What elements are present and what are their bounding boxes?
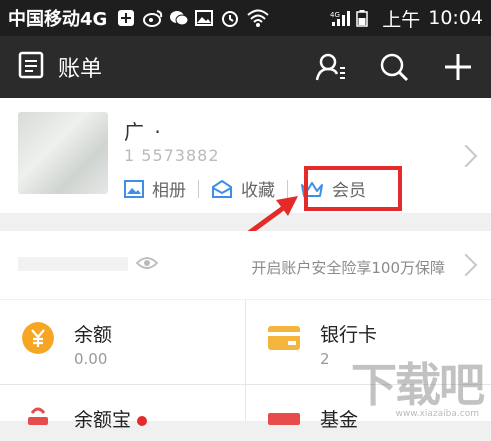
- signal-4g-icon: 4G: [330, 9, 351, 27]
- avatar[interactable]: [18, 112, 108, 194]
- weibo-icon: [143, 9, 163, 27]
- yuebao-cell[interactable]: 余额宝: [0, 385, 245, 431]
- clock: 10:04: [428, 7, 483, 29]
- watermark-logo: 下载吧: [351, 358, 485, 412]
- contacts-icon: [315, 53, 345, 81]
- divider: [245, 300, 246, 421]
- album-link[interactable]: 相册: [124, 176, 186, 201]
- search-button[interactable]: [379, 52, 409, 82]
- bill-icon[interactable]: [18, 51, 44, 83]
- chevron-right-icon: [454, 144, 478, 168]
- annotation-highlight-box: [304, 166, 402, 211]
- add-button[interactable]: [443, 52, 473, 82]
- balance-value: 0.00: [74, 350, 108, 368]
- battery-icon: [356, 9, 374, 27]
- app-bar: 账单: [0, 36, 491, 98]
- watermark-url: www.xiazaiba.com: [395, 409, 479, 419]
- fund-icon: [268, 413, 300, 425]
- insurance-promo: 开启账户安全险享100万保障: [251, 259, 445, 277]
- search-icon: [380, 53, 409, 82]
- wechat-icon: [169, 9, 189, 27]
- plus-icon: [445, 54, 471, 80]
- yuan-icon: [22, 322, 54, 354]
- album-label: 相册: [152, 181, 186, 201]
- time-prefix: 上午: [382, 8, 421, 31]
- eye-icon[interactable]: [136, 255, 158, 271]
- status-bar: 中国移动4G 4G 上午 10:04: [0, 0, 491, 36]
- profile-account: 1 5573882: [124, 146, 220, 165]
- divider: [198, 179, 199, 198]
- profile-name: 广 ·: [124, 120, 163, 144]
- chevron-right-icon: [454, 253, 478, 277]
- yuebao-title: 余额宝: [74, 405, 148, 432]
- plus-notification-icon: [117, 9, 135, 27]
- security-row[interactable]: 开启账户安全险享100万保障: [0, 231, 491, 299]
- alarm-icon: [221, 9, 239, 27]
- wifi-icon: [247, 9, 269, 27]
- carrier-label: 中国移动4G: [8, 9, 108, 30]
- album-icon: [124, 179, 144, 198]
- balance-title: 余额: [74, 324, 113, 346]
- balance-cell[interactable]: 余额 0.00: [0, 300, 245, 384]
- bank-card-count: 2: [320, 350, 330, 368]
- yuebao-icon: [28, 407, 48, 425]
- contacts-button[interactable]: [315, 52, 345, 82]
- page-title: 账单: [58, 57, 103, 82]
- bank-card-title: 银行卡: [320, 324, 378, 346]
- image-icon: [195, 9, 214, 27]
- bank-card-icon: [268, 326, 300, 350]
- hidden-amount: [18, 257, 128, 271]
- signal-4g-label: 4G: [330, 11, 340, 19]
